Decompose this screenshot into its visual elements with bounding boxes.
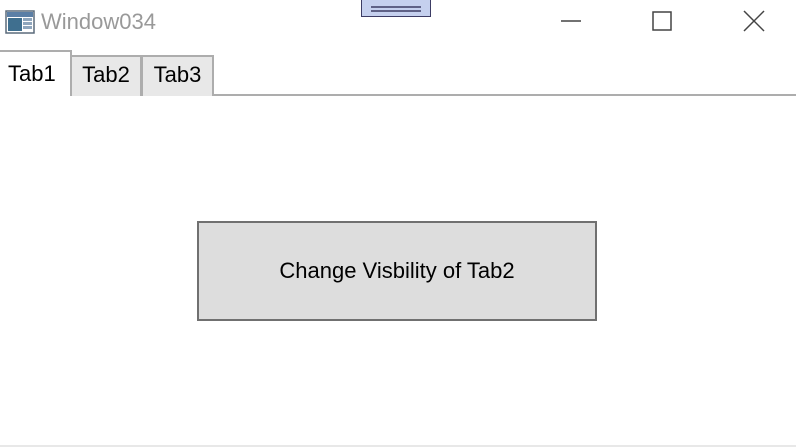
- application-window: Window034 Tab1 Tab2 Tab3 Change Visbilit…: [0, 0, 796, 447]
- app-window-icon: [5, 10, 35, 34]
- tab-tab3[interactable]: Tab3: [141, 55, 214, 96]
- close-icon: [743, 10, 765, 32]
- change-visibility-button[interactable]: Change Visbility of Tab2: [197, 221, 597, 321]
- title-bar[interactable]: Window034: [0, 0, 796, 44]
- tab-tab2[interactable]: Tab2: [70, 55, 142, 96]
- drag-handle[interactable]: [361, 0, 431, 17]
- maximize-icon: [652, 11, 672, 31]
- window-title: Window034: [41, 9, 156, 34]
- tab-strip: Tab1 Tab2 Tab3: [0, 50, 796, 96]
- minimize-button[interactable]: [548, 0, 594, 42]
- maximize-button[interactable]: [639, 0, 685, 42]
- close-button[interactable]: [731, 0, 777, 42]
- tab-tab1[interactable]: Tab1: [0, 50, 72, 96]
- grip-lines-icon: [371, 6, 421, 12]
